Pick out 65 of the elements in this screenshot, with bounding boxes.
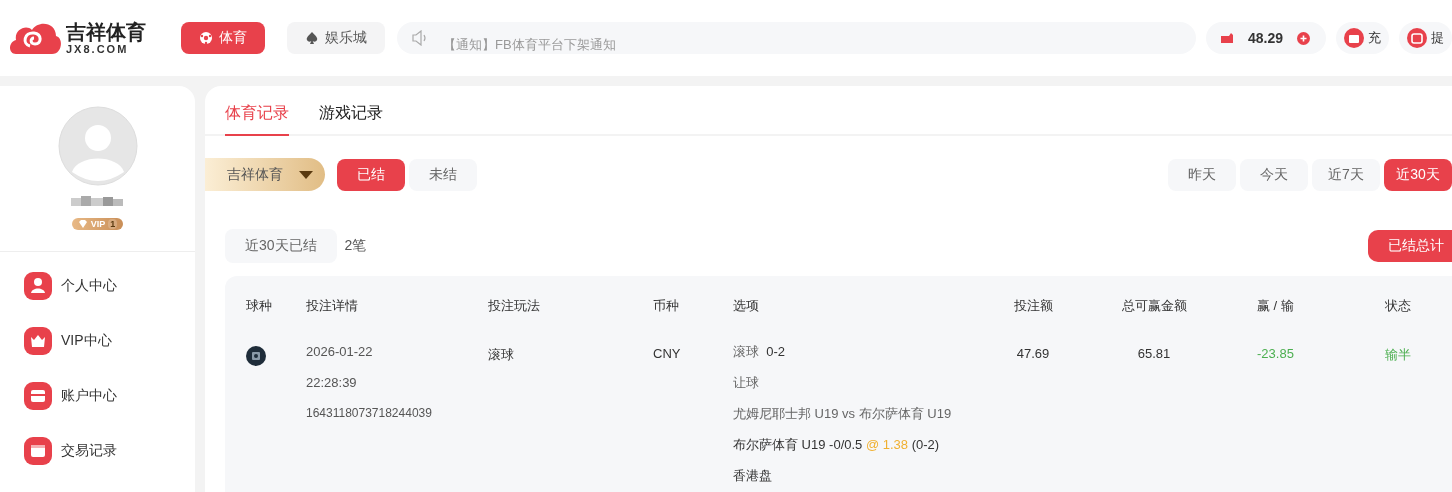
person-icon xyxy=(24,272,52,300)
match-name: 尤姆尼耶士邦 U19 vs 布尔萨体育 U19 xyxy=(733,405,953,423)
sport-icon xyxy=(246,346,266,366)
column-header: 选项 xyxy=(733,297,760,315)
logo-name: 吉祥体育 xyxy=(66,21,146,42)
add-icon[interactable] xyxy=(1297,31,1310,45)
notice-text: 【通知】FB体育平台下架通知 xyxy=(443,36,616,54)
column-header: 状态 xyxy=(1385,297,1412,315)
record-tab[interactable]: 游戏记录 xyxy=(319,103,383,136)
period-chip[interactable]: 近7天 xyxy=(1312,158,1380,191)
status-chip[interactable]: 未结 xyxy=(409,158,477,191)
calendar-icon xyxy=(24,437,52,465)
caret-icon xyxy=(299,170,313,179)
action-button[interactable]: 提 xyxy=(1399,22,1452,54)
settled-total-button[interactable]: 已结总计 xyxy=(1368,230,1452,262)
speaker-icon xyxy=(411,30,429,46)
column-header: 投注详情 xyxy=(306,297,359,315)
market-name: 让球 xyxy=(733,374,760,392)
option-type: 滚球 xyxy=(733,344,759,359)
column-header: 总可赢金额 xyxy=(1120,297,1188,315)
balance-amount: 48.29 xyxy=(1247,30,1283,46)
status-chip[interactable]: 已结 xyxy=(337,158,405,191)
platform-dropdown[interactable]: 吉祥体育 xyxy=(205,158,325,191)
soccer-ball-icon xyxy=(199,31,213,45)
action-button[interactable]: 充 xyxy=(1336,22,1389,54)
sidebar-item[interactable]: 个人中心 xyxy=(24,272,195,300)
potential-win: 65.81 xyxy=(1137,346,1171,361)
vip-badge: VIP 1 xyxy=(71,218,124,230)
win-loss-amount: -23.85 xyxy=(1257,346,1294,361)
column-header: 球种 xyxy=(246,297,273,315)
logo-domain: JX8.COM xyxy=(66,43,129,55)
folder-icon xyxy=(1344,28,1364,48)
bet-date: 2026-01-22 xyxy=(306,343,374,361)
avatar-icon xyxy=(57,106,138,186)
sidebar-item[interactable]: 账户中心 xyxy=(24,382,195,410)
record-tab[interactable]: 体育记录 xyxy=(225,103,289,136)
sidebar-item[interactable]: 交易记录 xyxy=(24,437,195,465)
period-label: 近30天已结 xyxy=(225,229,337,263)
column-header: 币种 xyxy=(653,297,680,315)
nav-tab[interactable]: 体育 xyxy=(181,22,265,54)
odds-text: @ 1.38 xyxy=(865,437,909,452)
column-header: 赢 / 输 xyxy=(1256,297,1295,315)
bet-status: 输半 xyxy=(1385,347,1411,362)
nav-tab[interactable]: 娱乐城 xyxy=(287,22,385,54)
crown-icon xyxy=(24,327,52,355)
currency: CNY xyxy=(653,346,681,361)
blurred-name-drawing xyxy=(70,196,125,208)
bet-count: 2笔 xyxy=(344,237,367,255)
period-chip[interactable]: 昨天 xyxy=(1168,158,1236,191)
odds-type: 香港盘 xyxy=(733,467,773,485)
option-score: 0-2 xyxy=(766,344,786,359)
bet-type: 滚球 xyxy=(488,347,514,362)
spade-icon xyxy=(305,31,319,45)
pick-text: 布尔萨体育 U19 -0/0.5 xyxy=(733,437,863,452)
column-header: 投注玩法 xyxy=(488,297,541,315)
diamond-icon xyxy=(77,219,88,229)
sidebar-item[interactable]: VIP中心 xyxy=(24,327,195,355)
period-chip[interactable]: 今天 xyxy=(1240,158,1308,191)
column-header: 投注额 xyxy=(1012,297,1054,315)
bet-time: 22:28:39 xyxy=(306,374,358,392)
order-number: 1643118073718244039 xyxy=(306,405,433,422)
period-chip[interactable]: 近30天 xyxy=(1384,158,1452,191)
pick-score: (0-2) xyxy=(911,437,940,452)
card-icon xyxy=(24,382,52,410)
stake-amount: 47.69 xyxy=(1016,346,1050,361)
